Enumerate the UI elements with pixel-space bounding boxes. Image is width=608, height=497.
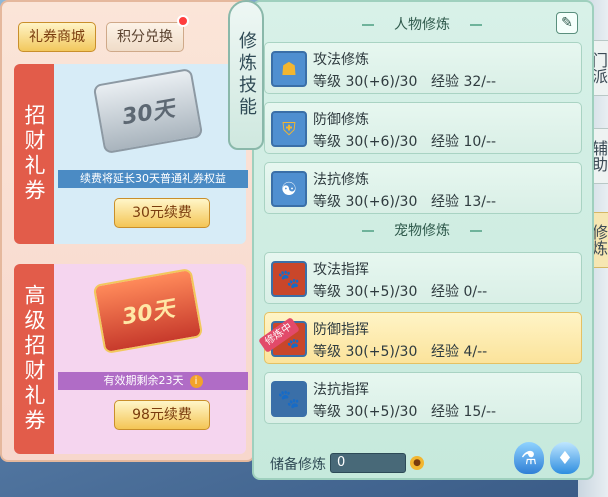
skill-level: 等级 30(+5)/30 <box>313 284 418 300</box>
notification-dot-icon <box>177 15 189 27</box>
skill-name: 防御指挥 <box>313 322 369 338</box>
potion-icon[interactable]: ⚗ <box>514 442 544 474</box>
reserve-cultivation-value: 0 <box>330 453 406 473</box>
yinyang-icon: ☯ <box>271 171 307 207</box>
skill-exp: 经验 4/-- <box>431 344 488 360</box>
skill-row-attack-cult[interactable]: ☗ 攻法修炼 等级 30(+6)/30 经验 32/-- <box>264 42 582 94</box>
skill-row-resist-cult[interactable]: ☯ 法抗修炼 等级 30(+6)/30 经验 13/-- <box>264 162 582 214</box>
pet-section-title: 宠物修炼 <box>362 220 482 242</box>
coin-icon[interactable]: ● <box>410 456 424 470</box>
skill-row-resist-command[interactable]: 🐾 法抗指挥 等级 30(+5)/30 经验 15/-- <box>264 372 582 424</box>
renew-30-button[interactable]: 30元续费 <box>114 198 210 228</box>
paw-resist-icon: 🐾 <box>271 381 307 417</box>
tab-points-exchange-label: 积分兑换 <box>117 29 173 45</box>
skill-level: 等级 30(+6)/30 <box>313 134 418 150</box>
skill-level: 等级 30(+6)/30 <box>313 74 418 90</box>
skill-level: 等级 30(+6)/30 <box>313 194 418 210</box>
skill-name: 攻法指挥 <box>313 262 369 278</box>
skill-name: 攻法修炼 <box>313 52 369 68</box>
silver-ticket-icon: 30天 <box>92 67 204 155</box>
paw-attack-icon: 🐾 <box>271 261 307 297</box>
renew-98-button[interactable]: 98元续费 <box>114 400 210 430</box>
voucher-card-title: 高级招财礼券 <box>14 264 54 454</box>
skill-level: 等级 30(+5)/30 <box>313 404 418 420</box>
shield-icon: ⛨ <box>271 111 307 147</box>
skill-name: 防御修炼 <box>313 112 369 128</box>
cultivation-panel: ✎ 人物修炼 ☗ 攻法修炼 等级 30(+6)/30 经验 32/-- ⛨ 防御… <box>252 0 594 480</box>
voucher-shop-panel: 礼券商城 积分兑换 招财礼券 30天 续费将延长30天普通礼券权益 30元续费 … <box>0 0 255 462</box>
skill-exp: 经验 32/-- <box>431 74 497 90</box>
skill-exp: 经验 15/-- <box>431 404 497 420</box>
voucher-remaining-text: 有效期剩余23天 <box>103 374 184 387</box>
skill-name: 法抗修炼 <box>313 172 369 188</box>
skill-row-defense-cult[interactable]: ⛨ 防御修炼 等级 30(+6)/30 经验 10/-- <box>264 102 582 154</box>
spirit-flame-icon[interactable]: ♦ <box>550 442 580 474</box>
voucher-card-basic: 招财礼券 30天 续费将延长30天普通礼券权益 30元续费 <box>14 64 248 244</box>
tab-voucher-shop[interactable]: 礼券商城 <box>18 22 96 52</box>
voucher-card-title: 招财礼券 <box>14 64 54 244</box>
skill-exp: 经验 0/-- <box>431 284 488 300</box>
tab-points-exchange[interactable]: 积分兑换 <box>106 15 189 52</box>
skill-exp: 经验 10/-- <box>431 134 497 150</box>
voucher-card-desc: 有效期剩余23天 i <box>58 372 248 390</box>
voucher-card-desc: 续费将延长30天普通礼券权益 <box>58 170 248 188</box>
skill-name: 法抗指挥 <box>313 382 369 398</box>
voucher-card-body: 30天 有效期剩余23天 i 98元续费 <box>58 264 248 454</box>
skill-row-defense-command[interactable]: 🐾 修炼中 防御指挥 等级 30(+5)/30 经验 4/-- <box>258 312 582 364</box>
skill-level: 等级 30(+5)/30 <box>313 344 418 360</box>
cultivation-banner: 修炼技能 <box>228 0 264 150</box>
skill-exp: 经验 13/-- <box>431 194 497 210</box>
gold-ticket-icon: 30天 <box>92 267 204 355</box>
martial-icon: ☗ <box>271 51 307 87</box>
reserve-cultivation-label: 储备修炼 <box>270 457 326 473</box>
skill-row-attack-command[interactable]: 🐾 攻法指挥 等级 30(+5)/30 经验 0/-- <box>264 252 582 304</box>
edit-icon[interactable]: ✎ <box>556 12 578 34</box>
character-section-title: 人物修炼 <box>362 14 482 36</box>
info-icon[interactable]: i <box>189 375 203 388</box>
voucher-card-premium: 高级招财礼券 30天 有效期剩余23天 i 98元续费 <box>14 264 248 454</box>
voucher-card-body: 30天 续费将延长30天普通礼券权益 30元续费 <box>58 64 248 244</box>
